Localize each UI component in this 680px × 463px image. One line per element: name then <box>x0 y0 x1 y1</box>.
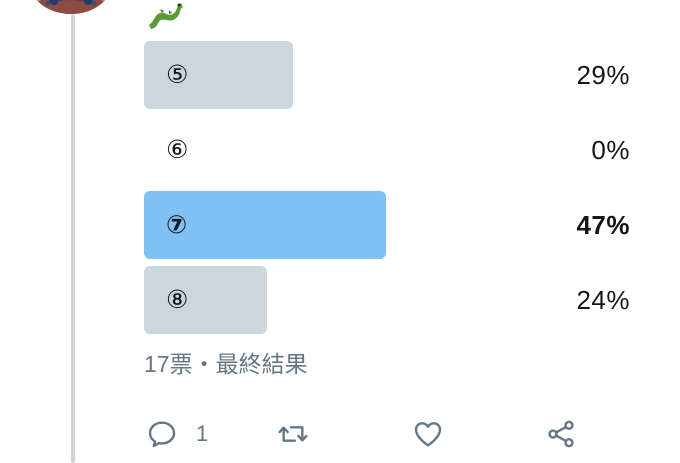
poll-option-percent: 47% <box>576 210 630 240</box>
poll-option-percent: 0% <box>591 135 630 165</box>
like-button[interactable] <box>412 412 444 456</box>
share-icon <box>545 418 577 450</box>
reply-button[interactable]: 1 <box>146 412 208 456</box>
poll-option: ⑤ 29% <box>144 41 634 109</box>
tweet-actions: 1 <box>144 412 584 456</box>
poll-option-label: ⑧ <box>166 286 189 314</box>
retweet-icon <box>277 418 309 450</box>
poll-option-label: ⑦ <box>166 211 188 239</box>
poll-meta: 17票・最終結果 <box>144 351 308 377</box>
poll-bar <box>144 266 267 334</box>
poll-option-label: ⑥ <box>166 136 189 164</box>
poll-option-percent: 29% <box>576 60 630 90</box>
poll-option: ⑥ 0% <box>144 116 634 184</box>
reply-count: 1 <box>196 421 209 446</box>
share-button[interactable] <box>545 412 577 456</box>
thread-line <box>71 14 75 463</box>
heart-icon <box>412 418 444 450</box>
poll-option-label: ⑤ <box>166 61 189 89</box>
poll: ⑤ 29% ⑥ 0% ⑦ 47% ⑧ 24% <box>144 41 634 341</box>
retweet-button[interactable] <box>277 412 309 456</box>
dragon-emoji-icon <box>145 0 185 31</box>
avatar-image <box>38 0 104 14</box>
poll-option: ⑧ 24% <box>144 266 634 334</box>
tweet-frame: ⑤ 29% ⑥ 0% ⑦ 47% ⑧ 24% 17票・最終結果 1 <box>0 0 680 463</box>
reply-icon <box>146 418 178 450</box>
poll-option-percent: 24% <box>576 285 630 315</box>
poll-option: ⑦ 47% <box>144 191 634 259</box>
avatar[interactable] <box>30 0 112 14</box>
